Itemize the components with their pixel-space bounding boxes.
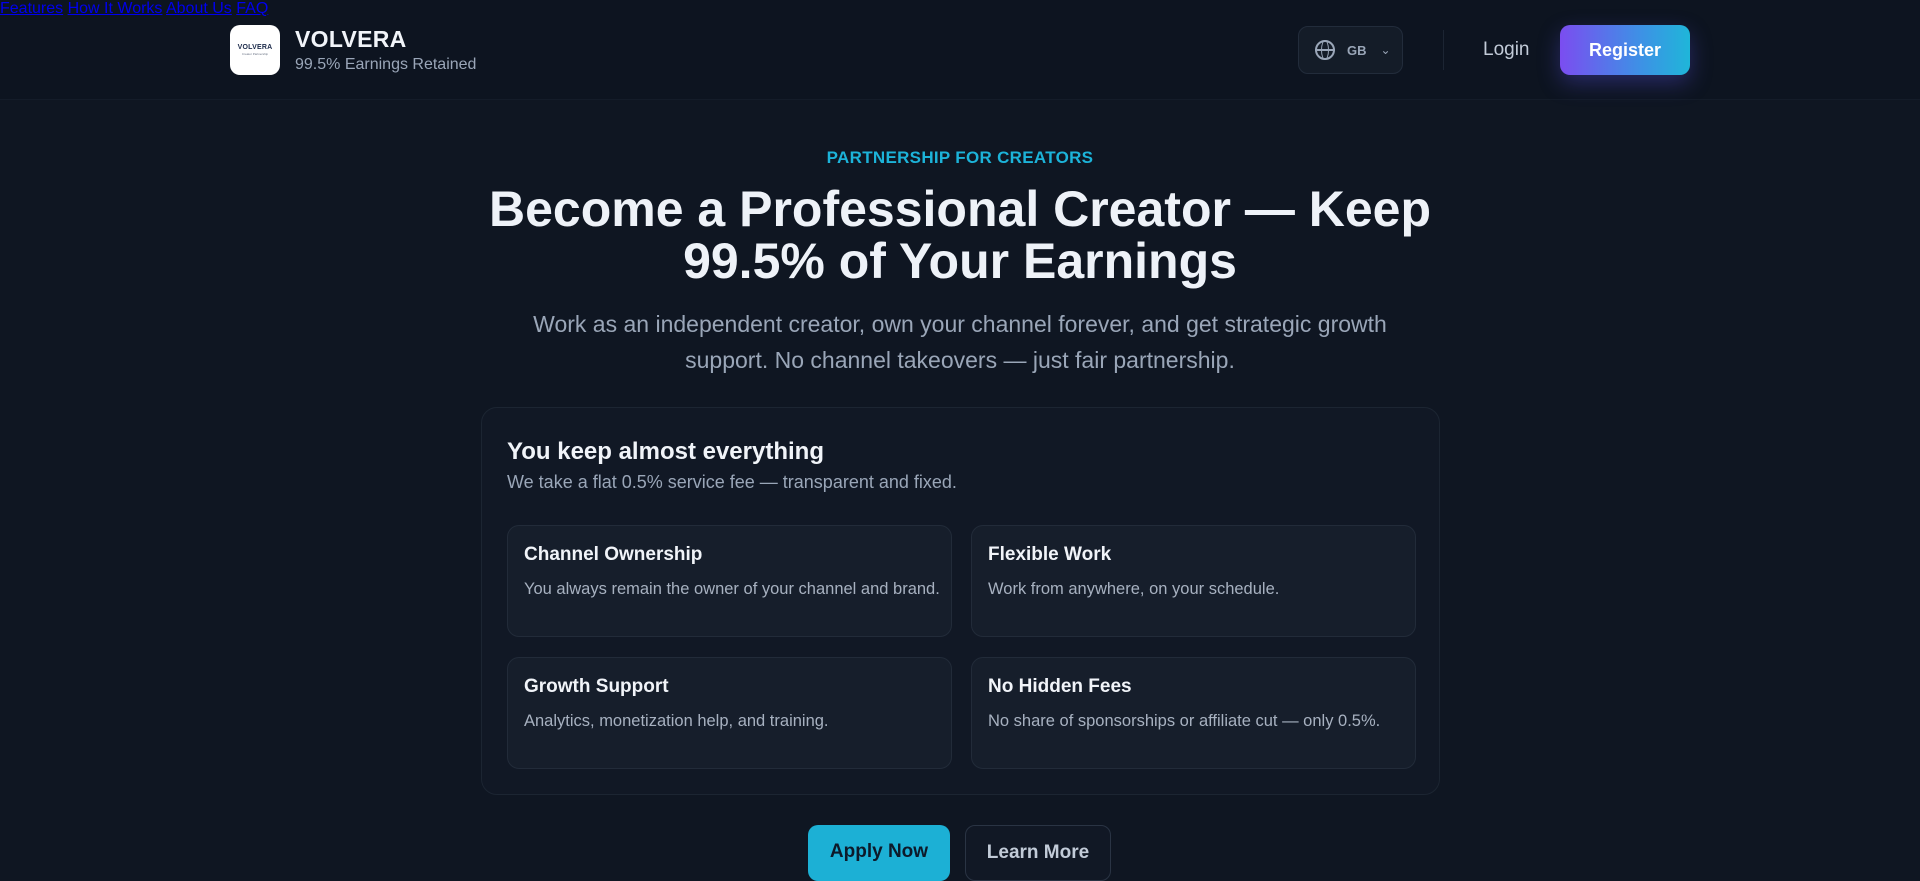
benefit-card-title: No Hidden Fees (988, 676, 1132, 697)
brand[interactable]: VOLVERA Creator Partnership VOLVERA 99.5… (230, 25, 476, 75)
register-button[interactable]: Register (1560, 25, 1690, 75)
brand-name: VOLVERA (295, 26, 407, 52)
chevron-down-icon: ⌄ (1380, 43, 1391, 57)
login-link[interactable]: Login (1483, 39, 1530, 61)
benefit-card-title: Flexible Work (988, 544, 1112, 565)
hero-lead: Work as an independent creator, own your… (533, 311, 1387, 373)
benefit-card-title: Channel Ownership (524, 544, 703, 565)
language-selector[interactable]: GB ⌄ (1298, 26, 1403, 74)
brand-logo: VOLVERA Creator Partnership (230, 25, 280, 75)
learn-more-button[interactable]: Learn More (965, 825, 1111, 881)
top-navigation-bar: VOLVERA Creator Partnership VOLVERA 99.5… (0, 0, 1920, 100)
logo-tagline: Creator Partnership (241, 52, 269, 56)
nav-link-how-it-works[interactable]: How It Works (68, 0, 163, 17)
brand-text: VOLVERA 99.5% Earnings Retained (295, 26, 476, 74)
nav-link-about-us[interactable]: About Us (166, 0, 232, 17)
benefit-card-text: Analytics, monetization help, and traini… (524, 712, 829, 730)
benefit-card-title: Growth Support (524, 676, 669, 697)
nav-link-faq[interactable]: FAQ (236, 0, 268, 17)
apply-now-button[interactable]: Apply Now (808, 825, 950, 881)
benefit-card-text: No share of sponsorships or affiliate cu… (988, 712, 1381, 730)
language-code: GB (1347, 42, 1367, 58)
benefit-card-text: Work from anywhere, on your schedule. (988, 580, 1280, 598)
nav-link-features[interactable]: Features (0, 0, 63, 17)
apply-now-label: Apply Now (829, 841, 929, 862)
benefit-card-growth-support: Growth Support Analytics, monetization h… (507, 657, 952, 769)
globe-icon (1315, 40, 1335, 60)
benefit-card-no-hidden-fees: No Hidden Fees No share of sponsorships … (971, 657, 1416, 769)
benefit-card-flexible-work: Flexible Work Work from anywhere, on you… (971, 525, 1416, 637)
logo-wordmark: VOLVERA (237, 44, 273, 51)
hero-headline: Become a Professional Creator — Keep 99.… (489, 181, 1431, 289)
main-nav: Features How It Works About Us FAQ (0, 0, 1920, 18)
hero-eyebrow: PARTNERSHIP FOR CREATORS (826, 148, 1094, 167)
benefits-panel: You keep almost everything We take a fla… (481, 407, 1440, 795)
benefits-subtitle: We take a flat 0.5% service fee — transp… (507, 472, 957, 492)
nav-divider (1443, 30, 1444, 70)
benefit-card-text: You always remain the owner of your chan… (524, 580, 940, 598)
benefit-card-channel-ownership: Channel Ownership You always remain the … (507, 525, 952, 637)
learn-more-label: Learn More (986, 842, 1090, 863)
brand-subtitle: 99.5% Earnings Retained (295, 56, 477, 73)
benefits-title: You keep almost everything (507, 438, 824, 465)
